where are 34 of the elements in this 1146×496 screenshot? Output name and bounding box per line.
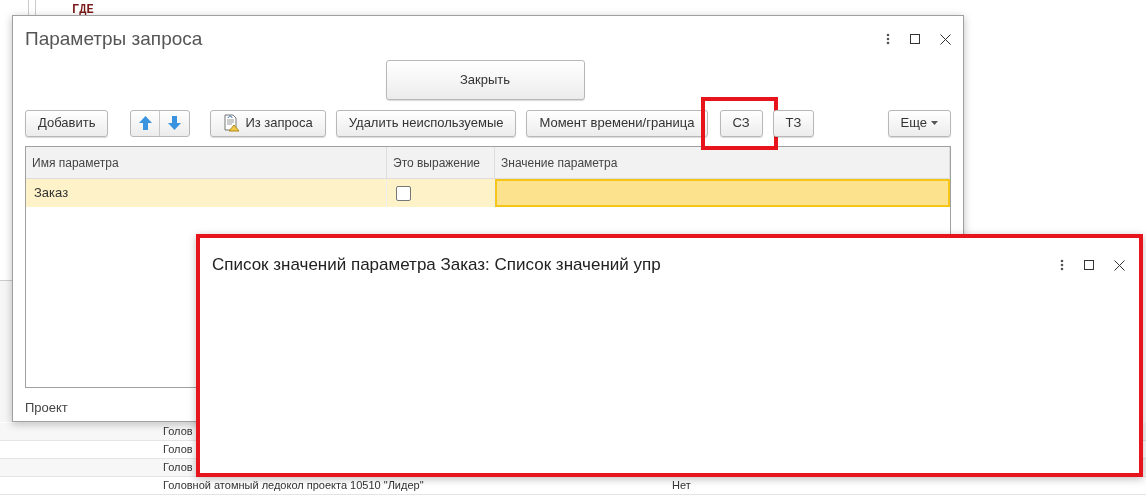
toolbar-button[interactable]: Момент времени/граница (526, 109, 708, 137)
caret-icon (931, 121, 938, 125)
toolbar-button[interactable]: ТЗ (772, 109, 815, 137)
table-cell-text: Нет (672, 478, 691, 494)
window-title: Параметры запроса (25, 26, 203, 51)
document-icon (223, 114, 242, 132)
column-header[interactable]: Это выражение (387, 147, 495, 178)
code-line: ГДЕ (72, 2, 94, 19)
toolbar-button[interactable]: Удалить неиспользуемые (335, 109, 517, 137)
more-icon[interactable] (1060, 259, 1064, 271)
table-cell-text: Голов (163, 460, 194, 476)
close-button[interactable]: Закрыть (385, 60, 585, 100)
table-cell-text: Головной атомный ледокол проекта 10510 "Лидер" (163, 478, 425, 494)
more-button[interactable]: Еще (887, 109, 951, 137)
table-cell: Заказ (26, 179, 387, 207)
maximize-icon[interactable] (910, 34, 920, 44)
arrow-up-icon (138, 116, 152, 130)
footer-label: Проект (25, 399, 69, 417)
column-header[interactable]: Имя параметра (26, 147, 387, 178)
window-title: Список значений параметра Заказ: Список значений упр (212, 254, 661, 277)
value-input-field[interactable] (495, 179, 950, 207)
toolbar-button[interactable]: Добавить (25, 109, 109, 137)
close-icon[interactable] (1114, 259, 1125, 271)
table-cell-text: Голов (163, 424, 194, 440)
close-icon[interactable] (940, 33, 951, 45)
arrow-down-icon (168, 116, 182, 130)
table-cell-text: Голов (163, 442, 194, 458)
more-icon[interactable] (886, 33, 890, 45)
table-row[interactable]: Заказ (26, 179, 950, 207)
maximize-icon[interactable] (1084, 260, 1094, 270)
toolbar-button[interactable]: СЗ (719, 109, 763, 137)
column-header[interactable]: Значение параметра (495, 147, 950, 178)
checkbox[interactable] (396, 185, 411, 201)
from-query-button[interactable]: Из запроса (210, 109, 326, 137)
